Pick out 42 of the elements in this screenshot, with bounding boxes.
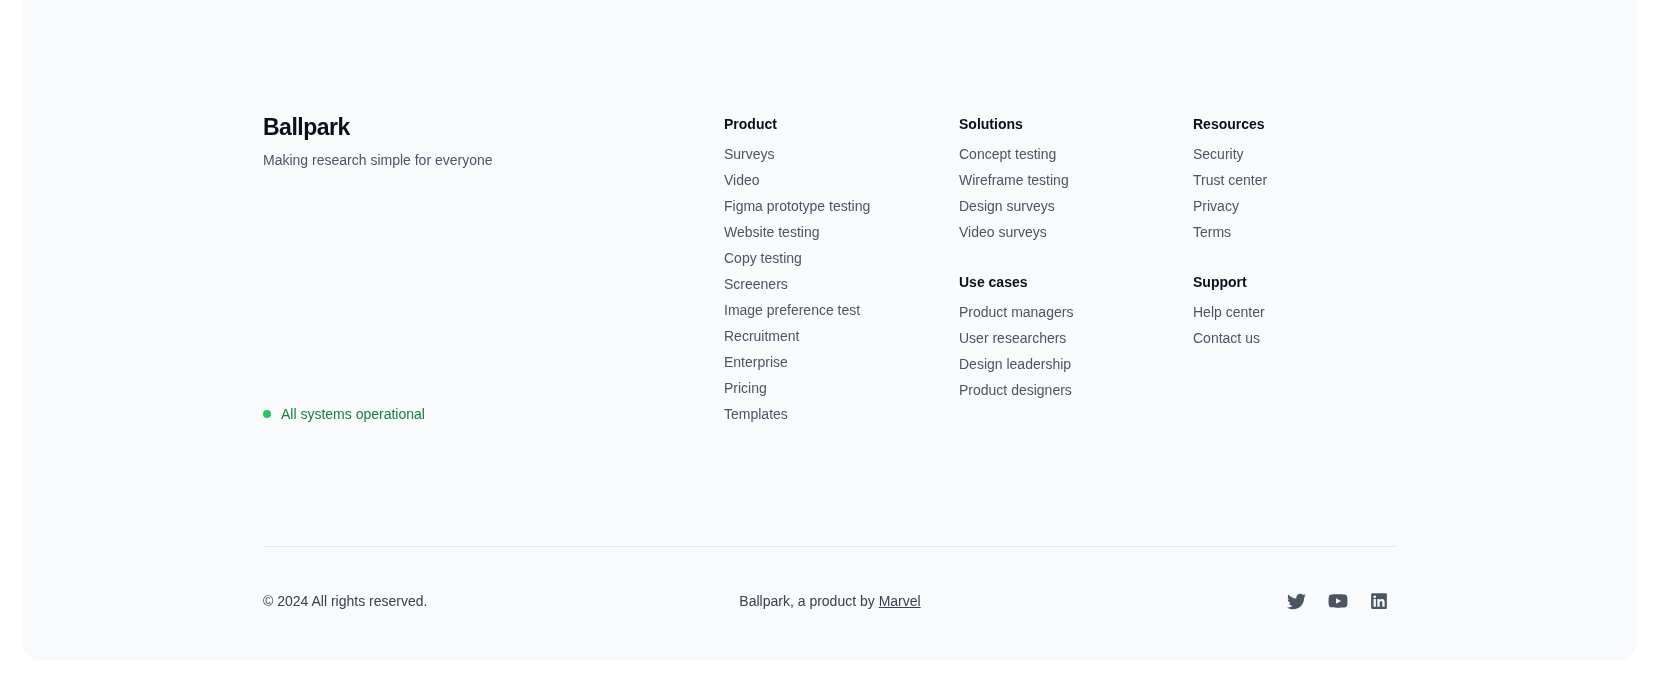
footer-link[interactable]: Design leadership (959, 351, 1072, 377)
bird-icon (1287, 591, 1306, 611)
footer-link[interactable]: Wireframe testing (959, 167, 1069, 193)
linkedin-icon (1370, 592, 1388, 610)
footer-link[interactable]: Surveys (724, 141, 775, 167)
footer-link[interactable]: Product managers (959, 299, 1074, 325)
status-link[interactable]: All systems operational (281, 404, 425, 424)
footer-link[interactable]: Enterprise (724, 349, 788, 375)
twitter-link[interactable] (1287, 591, 1306, 611)
play-button-icon (1328, 591, 1348, 611)
copyright-text: © 2024 All rights reserved. (263, 592, 428, 611)
column-heading: Product (724, 115, 777, 134)
footer-link[interactable]: Recruitment (724, 323, 800, 349)
column-heading: Resources (1193, 115, 1265, 134)
footer-link[interactable]: Pricing (724, 375, 767, 401)
footer-link[interactable]: Image preference test (724, 297, 861, 323)
marvel-link[interactable]: Marvel (878, 593, 921, 609)
footer-link[interactable]: Privacy (1193, 193, 1239, 219)
youtube-link[interactable] (1328, 591, 1348, 611)
footer-link[interactable]: Contact us (1193, 325, 1260, 351)
footer-link[interactable]: Design surveys (959, 193, 1055, 219)
column-heading: Solutions (959, 115, 1023, 134)
footer-link[interactable]: Screeners (724, 271, 788, 297)
ballpark-logo[interactable]: Ballpark (263, 114, 350, 140)
column-heading: Support (1193, 273, 1247, 292)
linkedin-link[interactable] (1370, 592, 1388, 610)
footer-link[interactable]: User researchers (959, 325, 1067, 351)
footer-link[interactable]: Templates (724, 401, 788, 427)
footer-link[interactable]: Video surveys (959, 219, 1047, 245)
footer-link[interactable]: Video (724, 167, 760, 193)
footer-link[interactable]: Terms (1193, 219, 1232, 245)
footer-link[interactable]: Product designers (959, 377, 1072, 403)
footer-link[interactable]: Copy testing (724, 245, 802, 271)
tagline-text: Making research simple for everyone (263, 151, 493, 170)
column-heading: Use cases (959, 273, 1028, 292)
footer-link[interactable]: Concept testing (959, 141, 1057, 167)
footer-link[interactable]: Trust center (1193, 167, 1268, 193)
credit-text: Ballpark, a product by Marvel (739, 592, 921, 611)
footer-link[interactable]: Security (1193, 141, 1244, 167)
footer-link[interactable]: Figma prototype testing (724, 193, 871, 219)
footer-link[interactable]: Website testing (724, 219, 820, 245)
footer-link[interactable]: Help center (1193, 299, 1265, 325)
